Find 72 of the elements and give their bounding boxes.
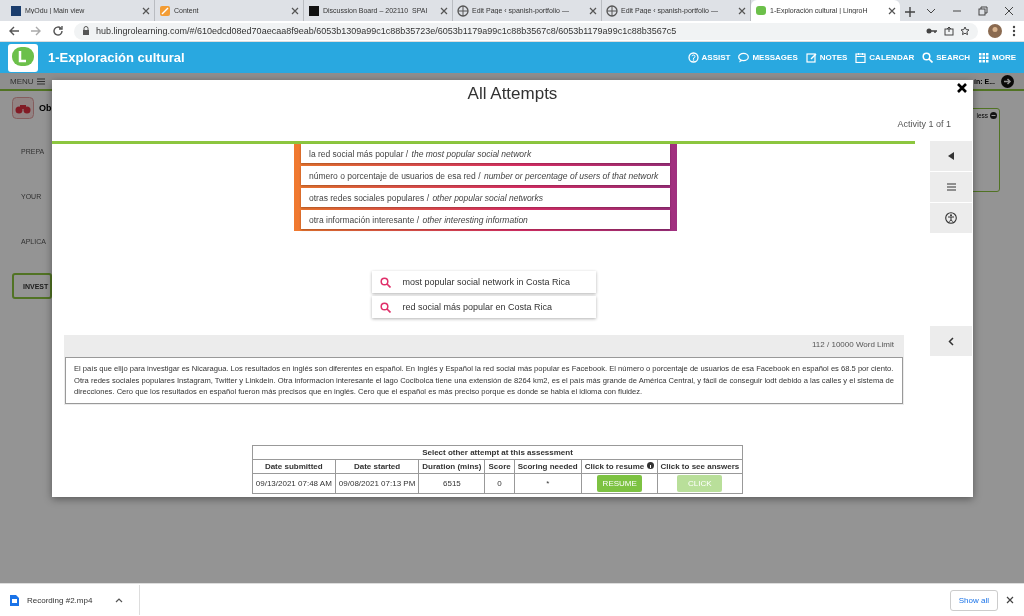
more-icon[interactable] bbox=[1012, 25, 1016, 37]
menu-icon bbox=[36, 77, 45, 85]
pencil-icon bbox=[159, 4, 171, 17]
nav-link[interactable]: MESSAGES bbox=[738, 52, 798, 63]
modal-title: All Attempts bbox=[467, 84, 558, 103]
search-icon bbox=[379, 276, 391, 288]
avatar-icon[interactable] bbox=[988, 24, 1002, 38]
binoculars-icon bbox=[12, 97, 34, 119]
search-icon bbox=[379, 301, 391, 313]
nav-link[interactable]: ASSIST bbox=[687, 52, 731, 63]
download-file-name[interactable]: Recording #2.mp4 bbox=[27, 595, 107, 605]
address-bar[interactable]: hub.lingrolearning.com/#/610edcd08ed70aecaa8f9eab/6053b1309a99c1c88b35723e/6053b1179a99c1c88b3567c8/6053b1179a99c1c88b3567c5 bbox=[74, 22, 978, 40]
chevron-left-icon[interactable] bbox=[948, 336, 954, 346]
close-icon[interactable] bbox=[956, 82, 968, 94]
table-cell: 0 bbox=[484, 473, 515, 494]
menu-button[interactable]: MENU bbox=[10, 76, 45, 86]
share-icon[interactable] bbox=[944, 26, 954, 36]
globe-icon bbox=[457, 4, 469, 17]
activity-counter: Activity 1 of 1 bbox=[897, 118, 951, 129]
globe-icon bbox=[606, 4, 618, 17]
column-header: Date started bbox=[335, 459, 419, 474]
close-icon[interactable] bbox=[888, 6, 896, 15]
show-all-button[interactable]: Show all bbox=[949, 589, 998, 611]
new-tab-icon[interactable] bbox=[904, 6, 916, 18]
info-icon bbox=[646, 462, 654, 469]
page-title: 1-Exploración cultural bbox=[48, 50, 186, 65]
minus-circle-icon[interactable] bbox=[990, 112, 997, 119]
key-icon[interactable] bbox=[926, 26, 938, 36]
logo-icon[interactable] bbox=[8, 43, 38, 72]
column-header: Click to see answers bbox=[657, 459, 743, 474]
column-header: Click to resume bbox=[581, 459, 657, 474]
arrow-circle-icon[interactable] bbox=[1001, 74, 1014, 88]
accessibility-icon[interactable] bbox=[945, 212, 957, 224]
calendar-icon bbox=[855, 52, 867, 63]
reload-icon[interactable] bbox=[52, 25, 64, 37]
caret-up-icon[interactable] bbox=[115, 597, 123, 603]
restore-icon[interactable] bbox=[978, 5, 988, 16]
table-cell: 09/08/2021 07:13 PM bbox=[335, 473, 419, 494]
file-icon bbox=[10, 594, 19, 606]
table-cell: 6515 bbox=[418, 473, 485, 494]
help-icon bbox=[687, 52, 699, 63]
search-icon bbox=[922, 52, 934, 63]
nav-link[interactable]: NOTES bbox=[805, 52, 848, 63]
grid-icon bbox=[978, 52, 989, 63]
search-suggestion[interactable]: red social más popular en Costa Rica bbox=[371, 296, 596, 318]
column-header: Duration (mins) bbox=[418, 459, 485, 474]
close-icon[interactable] bbox=[1006, 596, 1014, 604]
lock-icon bbox=[82, 26, 90, 36]
column-header: Date submitted bbox=[252, 459, 336, 474]
note-icon bbox=[805, 52, 817, 63]
outline-item: la red social más popular / the most popular social network bbox=[301, 144, 670, 163]
triangle-left-icon[interactable] bbox=[947, 152, 955, 160]
table-cell: 09/13/2021 07:48 AM bbox=[252, 473, 336, 494]
chat-icon bbox=[738, 52, 750, 63]
table-caption: Select other attempt at this assessment bbox=[252, 445, 743, 460]
outline-item: otras redes sociales populares / other popular social networks bbox=[301, 188, 670, 207]
url-text: hub.lingrolearning.com/#/610edcd08ed70aecaa8f9eab/6053b1309a99c1c88b35723e/6053b1179a99c1c88b3567c8/6053b1179a99c1c88b3567c5 bbox=[96, 26, 678, 36]
menu-icon[interactable] bbox=[946, 183, 956, 191]
outline-item: número o porcentaje de usuarios de esa red / number or percentage of users of that network bbox=[301, 166, 670, 185]
table-cell: * bbox=[514, 473, 582, 494]
outline-item: otra información interesante / other interesting information bbox=[301, 210, 670, 229]
word-limit: 112 / 10000 Word Limit bbox=[812, 340, 894, 349]
search-suggestion[interactable]: most popular social network in Costa Rica bbox=[371, 271, 596, 293]
nav-link[interactable]: MORE bbox=[978, 52, 1016, 63]
nav-link[interactable]: CALENDAR bbox=[855, 52, 915, 63]
section-title: Ob bbox=[39, 103, 52, 113]
column-header: Scoring needed bbox=[514, 459, 582, 474]
close-icon[interactable] bbox=[1004, 5, 1014, 16]
star-icon[interactable] bbox=[960, 26, 970, 36]
back-icon[interactable] bbox=[8, 25, 20, 37]
column-header: Score bbox=[484, 459, 515, 474]
nav-link[interactable]: SEARCH bbox=[922, 52, 970, 63]
